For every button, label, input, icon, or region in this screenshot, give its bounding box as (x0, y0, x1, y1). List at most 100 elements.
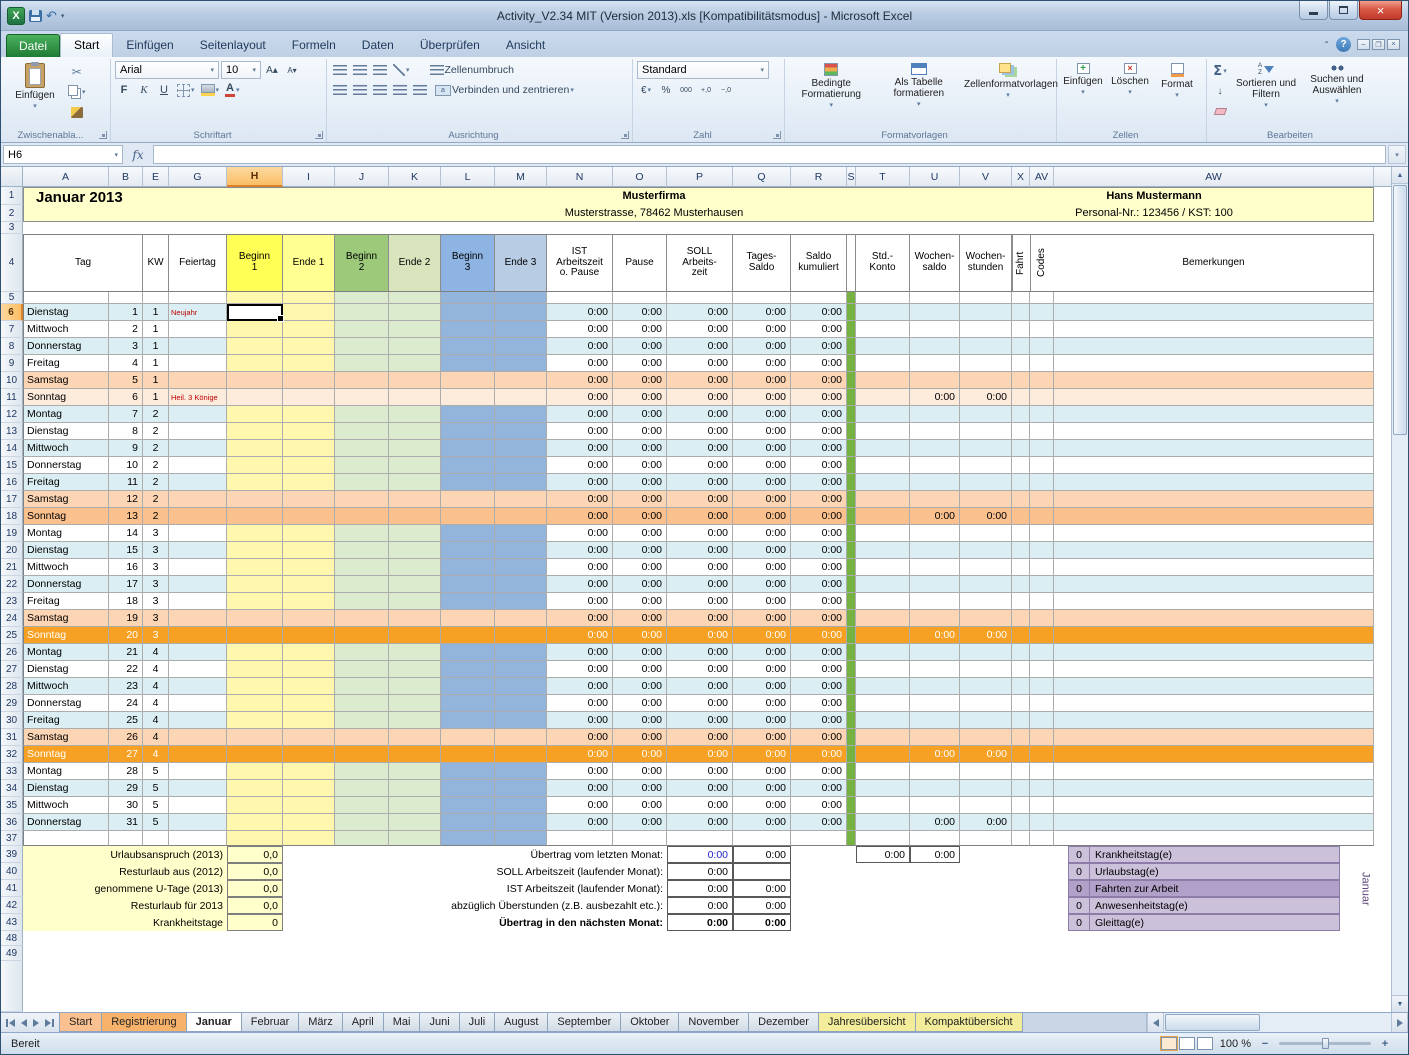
last-sheet-button[interactable] (44, 1018, 55, 1028)
grid-cell[interactable] (169, 576, 227, 593)
grid-cell[interactable] (1054, 423, 1374, 440)
grid-cell[interactable] (856, 678, 910, 695)
grid-cell[interactable] (856, 627, 910, 644)
grid-cell[interactable] (389, 423, 441, 440)
time-cell[interactable]: 0:00 (667, 372, 733, 389)
grid-cell[interactable] (1030, 457, 1054, 474)
align-top-button[interactable] (331, 61, 349, 79)
day-number-cell[interactable]: 10 (109, 457, 143, 474)
grid-cell[interactable] (169, 292, 227, 304)
time-cell[interactable]: 0:00 (547, 610, 613, 627)
grid-cell[interactable] (227, 559, 283, 576)
grid-cell[interactable] (335, 440, 389, 457)
grid-cell[interactable] (856, 746, 910, 763)
day-name-cell[interactable]: Freitag (23, 712, 109, 729)
week-number-cell[interactable]: 1 (143, 389, 169, 406)
grid-cell[interactable] (335, 831, 389, 846)
row-header-4[interactable]: 4 (1, 234, 23, 292)
grid-cell[interactable] (389, 763, 441, 780)
row-header-2[interactable]: 2 (1, 205, 23, 222)
grid-cell[interactable] (441, 474, 495, 491)
time-cell[interactable]: 0:00 (547, 474, 613, 491)
grid-cell[interactable] (495, 321, 547, 338)
column-header-H[interactable]: H (227, 167, 283, 187)
grid-cell[interactable] (1054, 321, 1374, 338)
grid-cell[interactable] (1012, 831, 1030, 846)
day-name-cell[interactable]: Donnerstag (23, 338, 109, 355)
grid-cell[interactable] (1030, 797, 1054, 814)
day-number-cell[interactable]: 31 (109, 814, 143, 831)
time-cell[interactable]: 0:00 (667, 593, 733, 610)
time-cell[interactable]: 0:00 (613, 389, 667, 406)
column-header-V[interactable]: V (960, 167, 1012, 187)
bold-button[interactable]: F (115, 81, 133, 99)
time-cell[interactable]: 0:00 (733, 746, 791, 763)
grid-cell[interactable] (960, 780, 1012, 797)
column-header-J[interactable]: J (335, 167, 389, 187)
grid-cell[interactable] (960, 797, 1012, 814)
grid-cell[interactable] (1012, 542, 1030, 559)
grid-cell[interactable] (1030, 559, 1054, 576)
grid-cell[interactable] (1030, 355, 1054, 372)
grid-cell[interactable] (1054, 406, 1374, 423)
grid-cell[interactable] (335, 389, 389, 406)
grid-cell[interactable] (441, 644, 495, 661)
grid-cell[interactable] (441, 372, 495, 389)
increase-decimal-button[interactable]: +,0 (697, 81, 715, 99)
time-cell[interactable]: 0:00 (547, 389, 613, 406)
table-header-V[interactable]: Wochen- stunden (960, 234, 1012, 292)
grid-cell[interactable] (856, 355, 910, 372)
time-cell[interactable]: 0:00 (667, 814, 733, 831)
grid-cell[interactable] (283, 321, 335, 338)
grid-cell[interactable] (227, 576, 283, 593)
time-cell[interactable]: 0:00 (547, 814, 613, 831)
grid-cell[interactable] (1012, 440, 1030, 457)
time-cell[interactable]: 0:00 (733, 814, 791, 831)
column-header-E[interactable]: E (143, 167, 169, 187)
grid-cell[interactable] (910, 644, 960, 661)
grid-cell[interactable] (1030, 780, 1054, 797)
time-cell[interactable]: 0:00 (667, 542, 733, 559)
grid-cell[interactable] (847, 627, 856, 644)
name-box[interactable]: H6 ▾ (3, 145, 123, 164)
first-sheet-button[interactable] (5, 1018, 16, 1028)
grid-cell[interactable] (733, 831, 791, 846)
grid-cell[interactable] (389, 440, 441, 457)
time-cell[interactable]: 0:00 (613, 338, 667, 355)
grid-cell[interactable] (1054, 338, 1374, 355)
summary-mid-value[interactable]: 0:00 (667, 914, 733, 931)
grid-cell[interactable] (733, 292, 791, 304)
row-header-23[interactable]: 23 (1, 593, 23, 610)
grid-cell[interactable] (910, 729, 960, 746)
day-name-cell[interactable]: Sonntag (23, 389, 109, 406)
grid-cell[interactable] (389, 338, 441, 355)
time-cell[interactable]: 0:00 (547, 678, 613, 695)
time-cell[interactable]: 0:00 (613, 712, 667, 729)
grid-cell[interactable] (910, 440, 960, 457)
grid-cell[interactable] (847, 355, 856, 372)
time-cell[interactable]: 0:00 (791, 593, 847, 610)
row-header-8[interactable]: 8 (1, 338, 23, 355)
time-cell[interactable]: 0:00 (791, 797, 847, 814)
grid-cell[interactable] (335, 304, 389, 321)
column-header-I[interactable]: I (283, 167, 335, 187)
grid-cell[interactable] (1012, 525, 1030, 542)
grid-cell[interactable] (960, 355, 1012, 372)
grid-cell[interactable] (960, 423, 1012, 440)
time-cell[interactable]: 0:00 (733, 610, 791, 627)
row-header-29[interactable]: 29 (1, 695, 23, 712)
day-number-cell[interactable]: 17 (109, 576, 143, 593)
title-band-row-2[interactable]: Musterstrasse, 78462 Musterhausen Persona… (23, 205, 1374, 222)
sheet-tab-juni[interactable]: Juni (419, 1013, 460, 1032)
time-cell[interactable]: 0:00 (613, 797, 667, 814)
align-middle-button[interactable] (351, 61, 369, 79)
grid-cell[interactable] (495, 593, 547, 610)
row-header-48[interactable]: 48 (1, 931, 23, 946)
time-cell[interactable]: 0:00 (667, 525, 733, 542)
grid-cell[interactable] (335, 576, 389, 593)
day-name-cell[interactable]: Montag (23, 525, 109, 542)
grid-cell[interactable] (389, 814, 441, 831)
grid-cell[interactable] (1030, 712, 1054, 729)
row-header-27[interactable]: 27 (1, 661, 23, 678)
row-header-28[interactable]: 28 (1, 678, 23, 695)
